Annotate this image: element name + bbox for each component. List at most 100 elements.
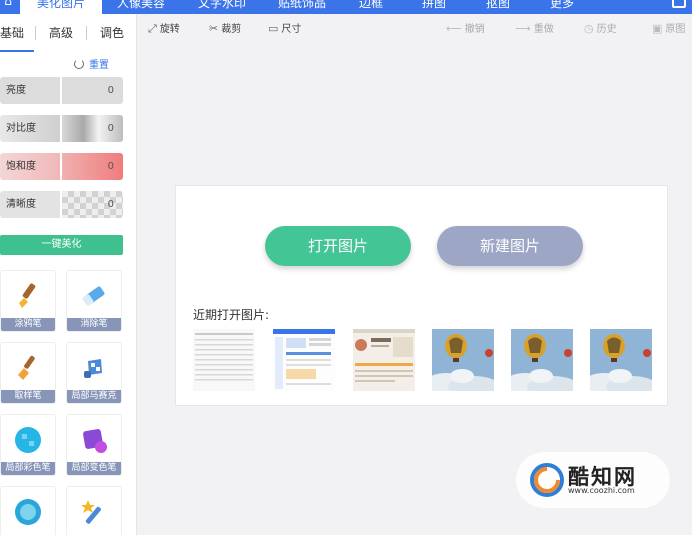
image-icon: ▣ [652, 22, 663, 35]
auto-beautify-button[interactable]: 一键美化 [0, 235, 123, 255]
slider-label: 清晰度 [0, 191, 60, 218]
open-image-card: 打开图片 新建图片 近期打开图片: [175, 185, 668, 406]
toolbar-label: 撤销 [464, 24, 485, 35]
recent-thumbnail[interactable] [353, 329, 415, 391]
reset-icon [74, 59, 84, 69]
tab-label: 贴纸饰品 [277, 0, 326, 10]
tab-cutout[interactable]: 抠图 [476, 0, 520, 14]
toolbar-label: 重做 [533, 24, 554, 35]
reset-button[interactable]: 重置 [74, 56, 109, 71]
compare-button[interactable]: ▣ 原图 [652, 20, 685, 35]
rotate-button[interactable]: ⤢ 旋转 [148, 20, 180, 36]
tool-label: 局部彩色笔 [1, 462, 55, 475]
toolbar-label: 原图 [665, 24, 686, 35]
tab-text-watermark[interactable]: 文字水印 [186, 0, 258, 14]
recent-thumbnail[interactable] [511, 329, 573, 391]
tool-local-mosaic[interactable]: 局部马赛克 [66, 342, 122, 404]
recent-thumbnail[interactable] [432, 329, 494, 391]
tab-frame[interactable]: 边框 [348, 0, 394, 14]
tool-label: 局部变色笔 [67, 462, 121, 475]
tool-sample-brush[interactable]: 取样笔 [0, 342, 56, 404]
hot-air-balloon-photo [511, 329, 573, 391]
app-window: ⌂ 美化图片 人像美容 文字水印 贴纸饰品 边框 拼图 抠图 更多 基础 高级 … [0, 0, 692, 535]
slider-label: 饱和度 [0, 153, 60, 180]
recent-thumbnail[interactable] [590, 329, 652, 391]
toolbar-label: 历史 [596, 24, 617, 35]
slider-value: 0 [107, 161, 114, 172]
watermark-url: www.coozhi.com [568, 486, 635, 495]
undo-icon: ⟵ [446, 22, 462, 35]
slider-value: 0 [107, 199, 114, 210]
recent-images-label: 近期打开图片: [193, 308, 270, 322]
webpage-screenshot-thumbnail [273, 329, 335, 391]
coozhi-logo-icon [530, 463, 564, 497]
undo-button[interactable]: ⟵ 撤销 [446, 20, 485, 35]
document-screenshot-thumbnail [193, 329, 255, 391]
recent-thumbnail[interactable] [193, 329, 255, 391]
size-button[interactable]: ▭ 尺寸 [268, 20, 301, 35]
tab-portrait[interactable]: 人像美容 [106, 0, 176, 14]
tool-eraser[interactable]: 消除笔 [66, 270, 122, 332]
recent-thumbnail[interactable] [273, 329, 335, 391]
sample-brush-icon [18, 355, 35, 380]
history-button[interactable]: ◷ 历史 [584, 20, 617, 35]
tab-label: 文字水印 [197, 0, 246, 10]
blur-brush-icon [15, 499, 41, 525]
tool-label: 取样笔 [1, 390, 55, 403]
paintbrush-icon [19, 283, 36, 308]
redo-button[interactable]: ⟶ 重做 [515, 20, 554, 35]
magic-wand-icon [81, 500, 101, 524]
hot-air-balloon-photo [590, 329, 652, 391]
tab-label: 更多 [549, 0, 574, 10]
toolbar-label: 旋转 [159, 24, 180, 35]
recolor-brush-icon [83, 429, 107, 453]
active-subtab-indicator [0, 50, 34, 52]
profile-page-thumbnail [353, 329, 415, 391]
resize-icon: ▭ [268, 22, 279, 35]
tab-label: 抠图 [485, 0, 510, 10]
crop-button[interactable]: ✂ 裁剪 [209, 20, 241, 35]
subtab-basic[interactable]: 基础 [0, 24, 24, 41]
tab-label: 美化图片 [36, 0, 85, 10]
color-brush-icon [15, 427, 41, 453]
tool-blur-brush[interactable] [0, 486, 56, 535]
tool-doodle-brush[interactable]: 涂鸦笔 [0, 270, 56, 332]
tool-local-color[interactable]: 局部彩色笔 [0, 414, 56, 476]
tool-label: 消除笔 [67, 318, 121, 331]
tab-stickers[interactable]: 贴纸饰品 [266, 0, 338, 14]
saturation-slider[interactable]: 饱和度 0 [0, 153, 123, 180]
tab-collage[interactable]: 拼图 [412, 0, 456, 14]
tool-magic-wand[interactable] [66, 486, 122, 535]
tab-beautify[interactable]: 美化图片 [20, 0, 102, 14]
eraser-icon [82, 286, 105, 306]
new-image-button[interactable]: 新建图片 [437, 226, 583, 266]
tool-label: 涂鸦笔 [1, 318, 55, 331]
contrast-slider[interactable]: 对比度 0 [0, 115, 123, 142]
brightness-slider[interactable]: 亮度 0 [0, 77, 123, 104]
tab-label: 拼图 [421, 0, 446, 10]
subtab-advanced[interactable]: 高级 [49, 24, 73, 41]
tab-more[interactable]: 更多 [540, 0, 584, 14]
tool-local-recolor[interactable]: 局部变色笔 [66, 414, 122, 476]
slider-label: 亮度 [0, 77, 60, 104]
hot-air-balloon-photo [432, 329, 494, 391]
toolbar-label: 裁剪 [221, 24, 242, 35]
subtab-color[interactable]: 调色 [100, 24, 124, 41]
tab-label: 边框 [358, 0, 383, 10]
scissors-icon: ✂ [209, 22, 219, 35]
slider-value: 0 [107, 123, 114, 134]
top-nav: ⌂ 美化图片 人像美容 文字水印 贴纸饰品 边框 拼图 抠图 更多 [0, 0, 692, 14]
left-panel: 基础 高级 调色 重置 亮度 0 对比度 0 饱和度 0 清晰度 0 一键美化 … [0, 14, 137, 535]
divider [86, 26, 87, 40]
open-image-button[interactable]: 打开图片 [265, 226, 411, 266]
window-icon[interactable] [672, 0, 686, 8]
home-icon[interactable]: ⌂ [0, 0, 16, 12]
mosaic-brush-icon [84, 359, 102, 378]
redo-icon: ⟶ [515, 22, 531, 35]
slider-label: 对比度 [0, 115, 60, 142]
sharpness-slider[interactable]: 清晰度 0 [0, 191, 123, 218]
divider [35, 26, 36, 40]
toolbar-label: 尺寸 [281, 24, 302, 35]
tab-label: 人像美容 [116, 0, 165, 10]
slider-value: 0 [107, 85, 114, 96]
